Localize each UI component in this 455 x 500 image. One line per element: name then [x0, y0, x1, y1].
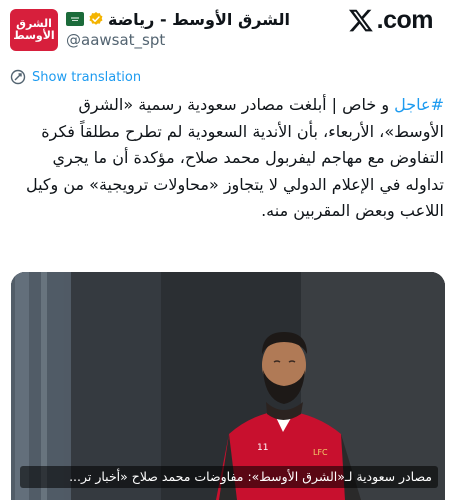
tweet-body: و خاص | أبلغت مصادر سعودية رسمية «الشرق …	[25, 95, 444, 220]
hashtag-link[interactable]: #عاجل	[394, 95, 444, 114]
show-translation-label: Show translation	[32, 69, 142, 85]
media-caption: مصادر سعودية لـ«الشرق الأوسط»: مفاوضات م…	[20, 466, 438, 488]
club-crest: LFC	[313, 448, 328, 457]
avatar-text-line2: الأوسط	[13, 29, 55, 42]
display-name[interactable]: الشرق الأوسط - رياضة	[108, 10, 290, 29]
show-translation-link[interactable]: Show translation	[10, 68, 141, 86]
avatar-logo: الشرق الأوسط	[13, 18, 54, 42]
verified-icon	[89, 12, 103, 25]
shirt-number: 11	[257, 443, 268, 453]
x-logo-icon	[348, 9, 373, 32]
tweet-header: الشرق الأوسط الشرق الأوسط - رياضة @aawsa…	[0, 0, 455, 62]
saudi-flag-icon	[66, 12, 84, 26]
account-handle[interactable]: @aawsat_spt	[66, 31, 165, 49]
brand-suffix: .com	[376, 5, 434, 34]
name-row: الشرق الأوسط - رياضة	[66, 8, 290, 30]
tweet-text: #عاجل و خاص | أبلغت مصادر سعودية رسمية «…	[14, 92, 444, 225]
translate-icon	[10, 69, 26, 85]
brand: .com	[347, 5, 434, 34]
avatar[interactable]: الشرق الأوسط	[10, 9, 58, 51]
